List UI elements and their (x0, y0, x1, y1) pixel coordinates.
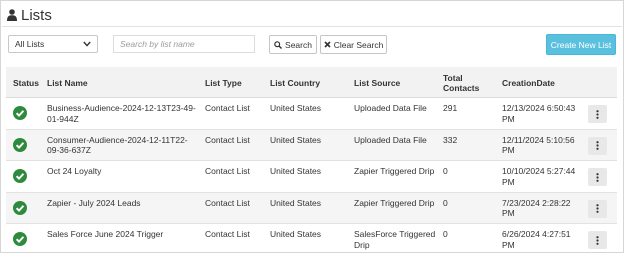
kebab-menu-icon (596, 235, 599, 245)
header-list-name: List Name (47, 77, 88, 88)
list-source: Uploaded Data File (354, 103, 427, 113)
clear-search-label: Clear Search (333, 39, 384, 50)
table-row[interactable]: Oct 24 Loyalty Contact List United State… (6, 161, 617, 193)
check-circle-icon (13, 200, 27, 215)
create-new-list-button[interactable]: Create New List (546, 34, 616, 55)
kebab-menu-icon (596, 141, 599, 150)
toolbar: All Lists Search Clear Search Create New… (1, 34, 624, 56)
creation-date: 6/26/2024 4:27:51 PM (502, 229, 571, 250)
table-row[interactable]: Consumer-Audience-2024-12-11T22-09-36-63… (6, 129, 617, 161)
row-actions-button[interactable] (588, 168, 607, 186)
list-name: Oct 24 Loyalty (47, 166, 102, 176)
row-actions-button[interactable] (588, 231, 607, 249)
list-country: United States (270, 197, 322, 208)
header-status: Status (13, 77, 39, 88)
list-type: Contact List (205, 103, 250, 113)
list-country: United States (270, 134, 322, 145)
list-name: Consumer-Audience-2024-12-11T22-09-36-63… (47, 134, 188, 156)
total-contacts: 0 (443, 229, 448, 239)
row-actions-button[interactable] (588, 105, 607, 123)
kebab-menu-icon (596, 109, 599, 119)
list-filter-value: All Lists (15, 39, 45, 49)
search-button[interactable]: Search (269, 35, 317, 54)
check-circle-icon (13, 232, 27, 246)
list-filter-select[interactable]: All Lists (8, 35, 98, 53)
list-type: Contact List (205, 197, 250, 208)
table-header: Status List Name List Type List Country … (6, 67, 617, 98)
list-type: Contact List (205, 134, 250, 145)
creation-date: 12/11/2024 5:10:56 PM (502, 134, 575, 156)
list-name: Sales Force June 2024 Trigger (47, 229, 164, 239)
close-icon (324, 41, 331, 48)
kebab-menu-icon (596, 172, 599, 182)
list-country: United States (270, 166, 322, 176)
search-input[interactable] (113, 35, 255, 53)
chevron-down-icon (83, 41, 91, 47)
header-creation-date: CreationDate (502, 77, 555, 88)
list-source: SalesForce Triggered Drip (354, 229, 436, 250)
page-title: Lists (21, 6, 52, 24)
list-source: Zapier Triggered Drip (354, 197, 435, 208)
list-source: Zapier Triggered Drip (354, 166, 435, 176)
creation-date: 7/23/2024 2:28:22 PM (502, 197, 571, 219)
check-circle-icon (13, 137, 27, 152)
page-header: Lists (7, 5, 52, 25)
check-circle-icon (13, 169, 27, 183)
table-row[interactable]: Business-Audience-2024-12-13T23-49-01-94… (6, 98, 617, 130)
list-country: United States (270, 103, 322, 113)
list-type: Contact List (205, 166, 250, 176)
total-contacts: 291 (443, 103, 458, 113)
kebab-menu-icon (596, 204, 599, 213)
search-icon (274, 40, 283, 49)
user-icon (7, 9, 17, 21)
creation-date: 10/10/2024 5:27:44 PM (502, 166, 576, 187)
lists-table: Status List Name List Type List Country … (6, 67, 617, 253)
header-list-country: List Country (270, 77, 321, 88)
list-name: Zapier - July 2024 Leads (47, 197, 141, 208)
list-name: Business-Audience-2024-12-13T23-49-01-94… (47, 103, 196, 124)
row-actions-button[interactable] (588, 136, 607, 155)
clear-search-button[interactable]: Clear Search (320, 35, 387, 54)
header-divider (2, 26, 622, 27)
header-list-source: List Source (354, 77, 401, 88)
table-row[interactable]: Sales Force June 2024 Trigger Contact Li… (6, 224, 617, 253)
creation-date: 12/13/2024 6:50:43 PM (502, 103, 576, 124)
list-source: Uploaded Data File (354, 134, 427, 145)
lists-panel: Lists All Lists Search Clear Search Crea… (0, 0, 624, 253)
check-circle-icon (13, 106, 27, 120)
table-row[interactable]: Zapier - July 2024 Leads Contact List Un… (6, 192, 617, 224)
list-country: United States (270, 229, 322, 239)
total-contacts: 332 (443, 134, 458, 145)
total-contacts: 0 (443, 166, 448, 176)
search-button-label: Search (285, 39, 312, 50)
header-list-type: List Type (205, 77, 242, 88)
header-total-contacts: Total Contacts (443, 72, 480, 93)
total-contacts: 0 (443, 197, 448, 208)
list-type: Contact List (205, 229, 250, 239)
row-actions-button[interactable] (588, 199, 607, 218)
